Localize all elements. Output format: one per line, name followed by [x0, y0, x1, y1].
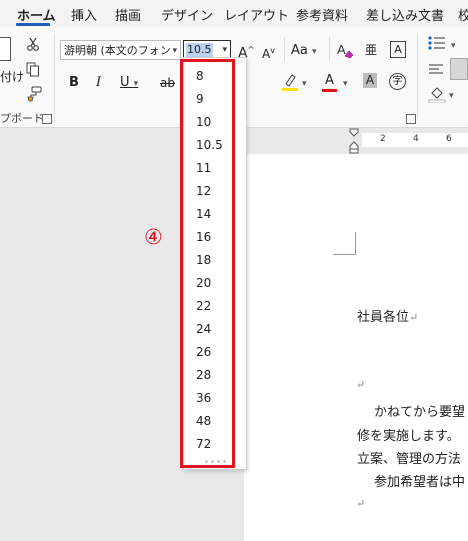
font-family-select[interactable]: 游明朝 (本文のフォン ▾: [60, 40, 181, 60]
size-option[interactable]: 9: [196, 92, 204, 106]
group-divider: [417, 33, 418, 119]
tab-layout[interactable]: レイアウト: [224, 5, 289, 24]
chevron-down-icon[interactable]: ▾: [449, 88, 454, 104]
tab-references[interactable]: 参考資料: [296, 5, 348, 24]
ribbon-tab-bar: ホーム 挿入 描画 デザイン レイアウト 参考資料 差し込み文書 校: [0, 0, 468, 27]
size-option[interactable]: 16: [196, 230, 211, 244]
ruler-number: 4: [413, 134, 419, 144]
ruler-number: 6: [446, 134, 452, 144]
doc-line-5[interactable]: 立案、管理の方法: [357, 448, 461, 467]
size-option[interactable]: 18: [196, 253, 211, 267]
paragraph-mark: ↵: [356, 497, 366, 510]
size-option[interactable]: 48: [196, 414, 211, 428]
clipboard-group-label: プボード: [0, 112, 44, 125]
bold-button[interactable]: B: [69, 75, 79, 91]
paste-button-label[interactable]: 付け: [0, 69, 24, 85]
doc-line-3[interactable]: かねてから要望: [374, 401, 465, 420]
change-case-button[interactable]: Aa ▾: [291, 43, 317, 60]
chevron-down-icon[interactable]: ▾: [343, 76, 348, 92]
align-center-button[interactable]: [450, 58, 468, 80]
font-size-value: 10.5: [186, 43, 213, 57]
paste-icon[interactable]: [0, 37, 11, 61]
step-number-label: ④: [144, 225, 163, 249]
tab-home[interactable]: ホーム: [17, 5, 56, 24]
font-size-dropdown[interactable]: 8 9 10 10.5 11 12 14 16 18 20 22 24 26 2…: [183, 57, 247, 470]
size-option[interactable]: 22: [196, 299, 211, 313]
underline-button[interactable]: U ▾: [120, 75, 138, 92]
paragraph-mark: ↵: [356, 378, 366, 391]
shrink-font-button[interactable]: Av: [262, 43, 275, 62]
clear-formatting-icon[interactable]: A: [336, 41, 354, 59]
chevron-down-icon: ▾: [172, 46, 177, 56]
size-option[interactable]: 26: [196, 345, 211, 359]
chevron-down-icon[interactable]: ▾: [451, 38, 456, 54]
margin-corner-mark: [333, 232, 356, 255]
font-family-value: 游明朝 (本文のフォン: [64, 44, 171, 57]
ruler-number: 2: [380, 134, 386, 144]
size-option[interactable]: 28: [196, 368, 211, 382]
strikethrough-button[interactable]: ab: [160, 75, 175, 91]
phonetic-guide-button[interactable]: 亜: [365, 42, 377, 58]
indent-marker-icon[interactable]: [349, 128, 359, 154]
size-option[interactable]: 24: [196, 322, 211, 336]
group-divider: [284, 37, 285, 61]
doc-line-4[interactable]: 修を実施します。: [357, 425, 460, 444]
highlight-icon[interactable]: [281, 72, 299, 92]
chevron-down-icon[interactable]: ▾: [302, 76, 307, 92]
size-option[interactable]: 72: [196, 437, 211, 451]
group-divider: [54, 33, 55, 119]
italic-button[interactable]: I: [96, 75, 101, 91]
tab-mailings[interactable]: 差し込み文書: [366, 5, 444, 24]
doc-line-1[interactable]: 社員各位↵: [357, 306, 418, 325]
tab-review[interactable]: 校: [458, 5, 468, 24]
size-option[interactable]: 12: [196, 184, 211, 198]
svg-text:A: A: [337, 42, 346, 57]
active-tab-indicator: [16, 23, 50, 26]
cut-icon[interactable]: [26, 37, 40, 51]
align-left-icon[interactable]: [428, 63, 444, 77]
group-divider: [329, 37, 330, 61]
size-option[interactable]: 10: [196, 115, 211, 129]
size-option[interactable]: 8: [196, 69, 204, 83]
shading-bucket-icon[interactable]: [428, 85, 446, 103]
size-option[interactable]: 11: [196, 161, 211, 175]
size-option[interactable]: 20: [196, 276, 211, 290]
doc-line-6[interactable]: 参加希望者は中: [374, 471, 465, 490]
font-color-swatch: [322, 89, 337, 92]
enclose-characters-button[interactable]: 字: [389, 73, 406, 90]
font-color-button[interactable]: A: [325, 73, 334, 89]
font-dialog-launcher-icon[interactable]: [406, 114, 416, 124]
resize-grip-icon[interactable]: ∙∙∙∙: [204, 457, 228, 466]
clipboard-dialog-launcher-icon[interactable]: [42, 114, 52, 124]
copy-icon[interactable]: [26, 62, 40, 77]
tab-insert[interactable]: 挿入: [71, 5, 97, 24]
tab-design[interactable]: デザイン: [161, 5, 213, 24]
size-option[interactable]: 36: [196, 391, 211, 405]
character-border-button[interactable]: A: [390, 41, 406, 58]
bullets-icon[interactable]: [427, 35, 447, 51]
chevron-down-icon: ▾: [222, 45, 227, 55]
size-option[interactable]: 10.5: [196, 138, 223, 152]
size-option[interactable]: 14: [196, 207, 211, 221]
format-painter-icon[interactable]: [26, 86, 42, 102]
tab-draw[interactable]: 描画: [115, 5, 141, 24]
character-shading-button[interactable]: A: [363, 73, 377, 88]
